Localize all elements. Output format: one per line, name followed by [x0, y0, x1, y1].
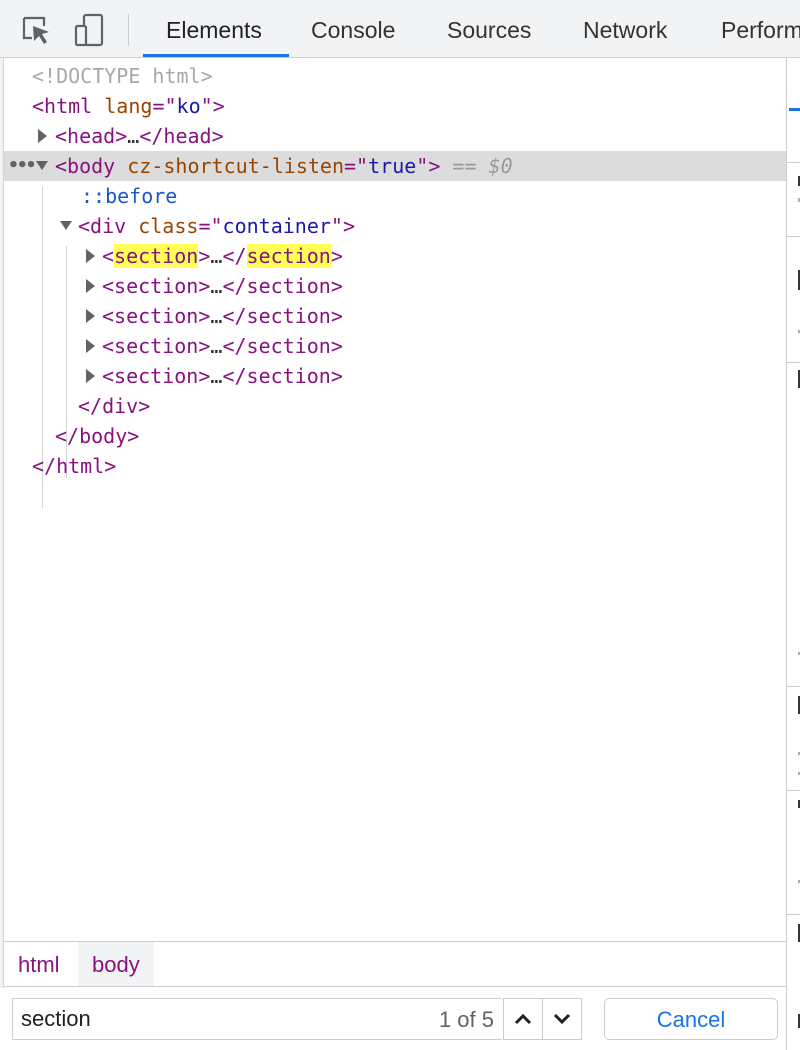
- attr-name: class: [138, 214, 199, 238]
- collapsed-ellipsis: …: [210, 244, 223, 268]
- search-bar: 1 of 5 Cancel: [0, 988, 786, 1050]
- pane-divider: [787, 790, 800, 791]
- dom-node-body-selected[interactable]: ••• <body cz-shortcut-listen="true"> == …: [4, 151, 786, 181]
- pane-divider: [787, 362, 800, 363]
- tag-name: section: [246, 364, 331, 388]
- search-next-button[interactable]: [542, 998, 582, 1040]
- dom-node-section[interactable]: <section>…</section>: [4, 241, 786, 271]
- tag-name: section: [114, 334, 199, 358]
- expand-triangle-icon[interactable]: [86, 271, 95, 301]
- tag-name: html: [44, 94, 93, 118]
- tab-sources[interactable]: Sources: [447, 0, 531, 57]
- tag-name: body: [67, 154, 116, 178]
- expand-triangle-icon[interactable]: [38, 121, 47, 151]
- styles-pane-edge: [786, 58, 800, 1050]
- tag-name: section: [114, 304, 199, 328]
- selected-node-marker: == $0: [452, 154, 513, 178]
- dom-node-div-container[interactable]: <div class="container">: [4, 211, 786, 241]
- active-tab-indicator: [143, 54, 289, 57]
- toolbar-separator: [128, 14, 129, 46]
- collapse-triangle-icon[interactable]: [36, 151, 48, 181]
- tag-name: section: [114, 364, 199, 388]
- expand-triangle-icon[interactable]: [86, 241, 95, 271]
- pseudo-element: ::before: [81, 184, 178, 208]
- tag-name: div: [102, 394, 139, 418]
- collapse-triangle-icon[interactable]: [60, 211, 72, 241]
- dom-node-section[interactable]: <section>…</section>: [4, 271, 786, 301]
- tab-performance[interactable]: Perform: [721, 0, 800, 57]
- tag-name: section: [246, 274, 331, 298]
- more-options-icon[interactable]: •••: [8, 151, 36, 181]
- dom-node-pseudo-before[interactable]: ::before: [4, 181, 786, 211]
- dom-node-body-close[interactable]: </body>: [4, 421, 786, 451]
- dom-node-doctype[interactable]: <!DOCTYPE html>: [4, 61, 786, 91]
- dom-node-section[interactable]: <section>…</section>: [4, 301, 786, 331]
- pane-divider: [787, 914, 800, 915]
- dom-node-div-close[interactable]: </div>: [4, 391, 786, 421]
- dom-tree: <!DOCTYPE html> <html lang="ko"> <head>……: [4, 58, 786, 940]
- inspect-element-icon[interactable]: [20, 12, 54, 48]
- attr-name: cz-shortcut-listen: [127, 154, 345, 178]
- search-match-highlight: section: [246, 244, 331, 268]
- attr-value: container: [222, 214, 331, 238]
- pane-divider: [787, 236, 800, 237]
- chevron-up-icon: [514, 1013, 532, 1025]
- breadcrumb-item-html[interactable]: html: [4, 942, 74, 986]
- pane-divider: [787, 686, 800, 687]
- breadcrumb: html body: [4, 941, 786, 987]
- tag-name: html: [56, 454, 105, 478]
- tag-name: body: [79, 424, 128, 448]
- tag-name: div: [90, 214, 127, 238]
- attr-value: true: [368, 154, 417, 178]
- collapsed-ellipsis: …: [210, 334, 223, 358]
- tag-name: head: [67, 124, 116, 148]
- devtools-toolbar: Elements Console Sources Network Perform: [0, 0, 800, 58]
- dom-node-html[interactable]: <html lang="ko">: [4, 91, 786, 121]
- search-match-count: 1 of 5: [438, 1007, 494, 1032]
- collapsed-ellipsis: …: [127, 124, 140, 148]
- chevron-down-icon: [553, 1013, 571, 1025]
- expand-triangle-icon[interactable]: [86, 301, 95, 331]
- dom-node-section[interactable]: <section>…</section>: [4, 361, 786, 391]
- cancel-button[interactable]: Cancel: [604, 998, 778, 1040]
- search-match-highlight: section: [114, 244, 199, 268]
- tag-name: head: [163, 124, 212, 148]
- device-toolbar-icon[interactable]: [72, 12, 106, 48]
- dom-node-head[interactable]: <head>…</head>: [4, 121, 786, 151]
- expand-triangle-icon[interactable]: [86, 361, 95, 391]
- styles-tab-indicator: [789, 108, 800, 111]
- dom-node-section[interactable]: <section>…</section>: [4, 331, 786, 361]
- collapsed-ellipsis: …: [210, 274, 223, 298]
- dom-node-html-close[interactable]: </html>: [4, 451, 786, 481]
- tab-elements[interactable]: Elements: [166, 0, 262, 57]
- attr-name: lang: [104, 94, 153, 118]
- attr-value: ko: [176, 94, 201, 118]
- doctype-text: <!DOCTYPE html>: [32, 64, 213, 88]
- tab-console[interactable]: Console: [311, 0, 395, 57]
- collapsed-ellipsis: …: [210, 364, 223, 388]
- tag-name: section: [246, 304, 331, 328]
- tab-network[interactable]: Network: [583, 0, 667, 57]
- tag-name: section: [246, 334, 331, 358]
- breadcrumb-item-body[interactable]: body: [78, 942, 154, 986]
- pane-divider: [787, 162, 800, 163]
- tag-name: section: [114, 274, 199, 298]
- search-previous-button[interactable]: [503, 998, 543, 1040]
- collapsed-ellipsis: …: [210, 304, 223, 328]
- expand-triangle-icon[interactable]: [86, 331, 95, 361]
